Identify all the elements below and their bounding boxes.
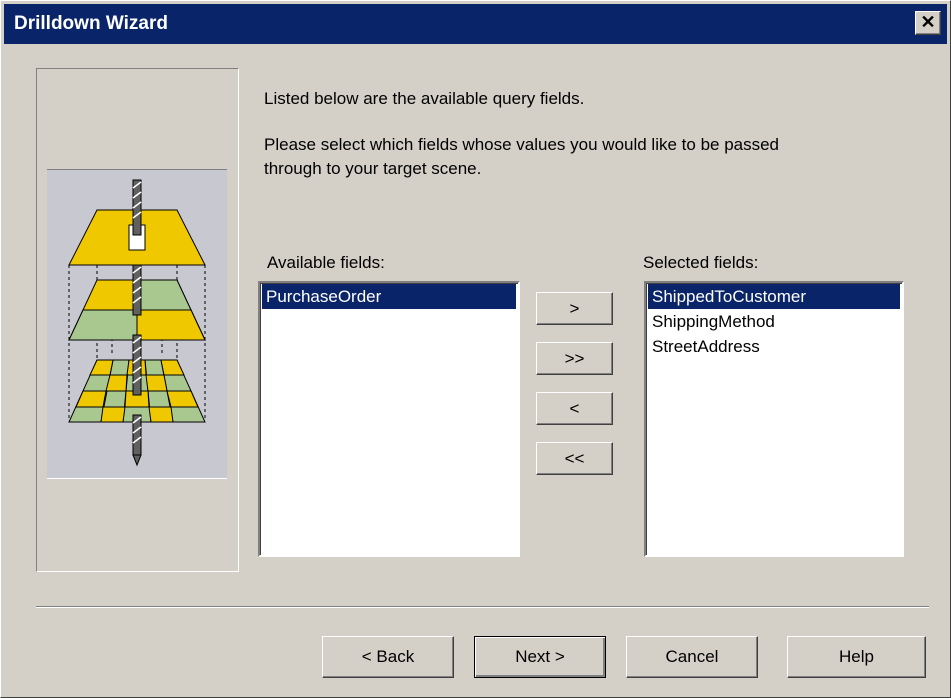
selected-fields-label: Selected fields: [643,253,759,272]
next-button[interactable]: Next > [474,636,606,678]
drilldown-layers-illustration [47,169,227,479]
instruction-line-2a: Please select which fields whose values … [264,135,780,154]
instruction-line-1: Listed below are the available query fie… [264,89,585,108]
drilldown-layers-icon [68,179,206,467]
window-title: Drilldown Wizard [14,13,168,34]
close-icon: ✕ [920,12,936,32]
add-field-button[interactable]: > [536,292,613,325]
list-item[interactable]: ShippedToCustomer [648,284,900,309]
list-item[interactable]: StreetAddress [648,334,900,359]
close-button[interactable]: ✕ [915,11,941,35]
list-item[interactable]: PurchaseOrder [262,284,516,309]
instruction-line-2b: through to your target scene. [264,159,482,178]
list-item[interactable]: ShippingMethod [648,309,900,334]
remove-field-button[interactable]: < [536,392,613,425]
cancel-button[interactable]: Cancel [626,636,758,678]
footer-separator [36,606,929,608]
back-button[interactable]: < Back [322,636,454,678]
remove-all-fields-button[interactable]: << [536,442,613,475]
title-bar[interactable]: Drilldown Wizard ✕ [4,4,947,44]
available-fields-list[interactable]: PurchaseOrder [258,281,520,557]
available-fields-label: Available fields: [267,253,385,272]
selected-fields-list[interactable]: ShippedToCustomer ShippingMethod StreetA… [644,281,904,557]
wizard-image-panel [36,68,239,572]
add-all-fields-button[interactable]: >> [536,342,613,375]
wizard-dialog: Drilldown Wizard ✕ Listed below are the … [0,0,951,698]
help-button[interactable]: Help [787,636,926,678]
